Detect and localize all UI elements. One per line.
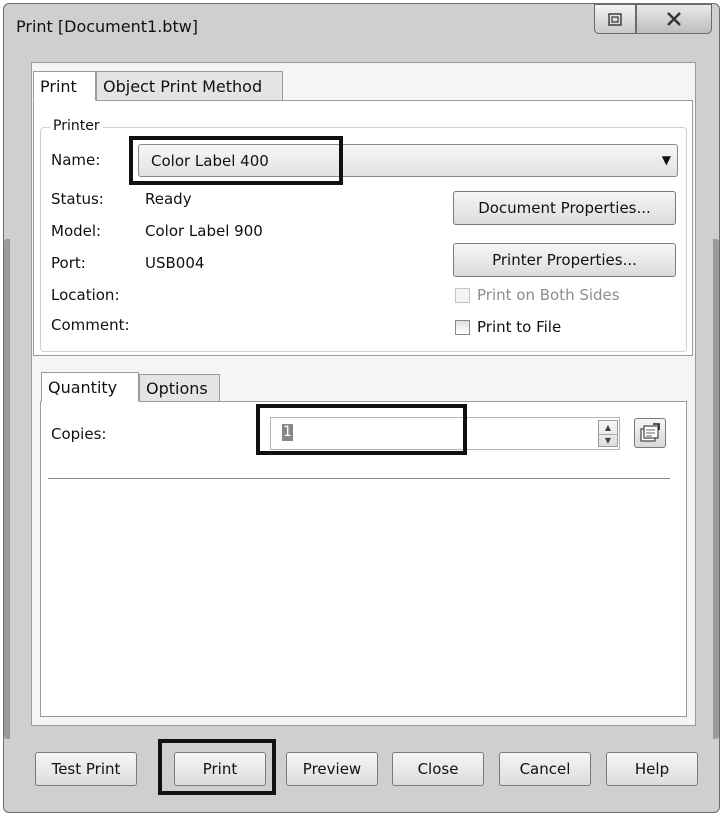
print-to-file-label: Print to File [477,318,562,336]
tab-print-label: Print [40,76,77,96]
model-value: Color Label 900 [145,222,263,240]
divider-line [48,478,670,479]
window-title: Print [Document1.btw] [16,17,199,36]
chevron-down-icon: ▼ [661,153,671,167]
stepper-down-icon[interactable]: ▼ [599,435,617,448]
restore-button[interactable] [594,4,636,34]
tab-options-label: Options [146,378,208,398]
model-label: Model: [51,222,102,240]
status-value: Ready [145,190,192,208]
copies-stepper[interactable]: ▲ ▼ [598,420,618,447]
stepper-up-icon[interactable]: ▲ [599,421,617,435]
location-label: Location: [51,286,120,304]
printer-name-highlight [129,136,343,185]
tab-quantity-label: Quantity [48,377,118,397]
print-button-highlight [158,739,276,795]
printer-group-label: Printer [50,118,103,134]
tab-print[interactable]: Print [33,71,96,101]
test-print-button[interactable]: Test Print [35,752,137,786]
preview-button[interactable]: Preview [286,752,378,786]
close-window-button[interactable] [636,4,712,34]
help-button[interactable]: Help [606,752,698,786]
document-properties-button[interactable]: Document Properties... [453,191,676,225]
close-icon [667,12,681,26]
copies-settings-icon [640,423,660,442]
print-both-sides-checkbox[interactable] [455,288,470,303]
window-frame-right [713,239,719,739]
status-label: Status: [51,190,104,208]
tab-object-print-method-label: Object Print Method [103,76,263,96]
cancel-button[interactable]: Cancel [499,752,591,786]
copies-highlight [256,404,467,455]
print-to-file-checkbox[interactable] [455,320,470,335]
copies-label: Copies: [51,425,107,443]
copies-settings-button[interactable] [634,418,666,448]
restore-icon [608,12,622,26]
tab-options[interactable]: Options [139,374,220,402]
window-frame-left [4,239,10,739]
close-button[interactable]: Close [392,752,484,786]
tab-quantity[interactable]: Quantity [41,372,139,402]
comment-label: Comment: [51,316,130,334]
port-value: USB004 [145,254,205,272]
name-label: Name: [51,151,101,169]
tab-object-print-method[interactable]: Object Print Method [96,71,283,101]
printer-properties-button[interactable]: Printer Properties... [453,243,676,277]
print-both-sides-label: Print on Both Sides [477,286,620,304]
port-label: Port: [51,254,86,272]
